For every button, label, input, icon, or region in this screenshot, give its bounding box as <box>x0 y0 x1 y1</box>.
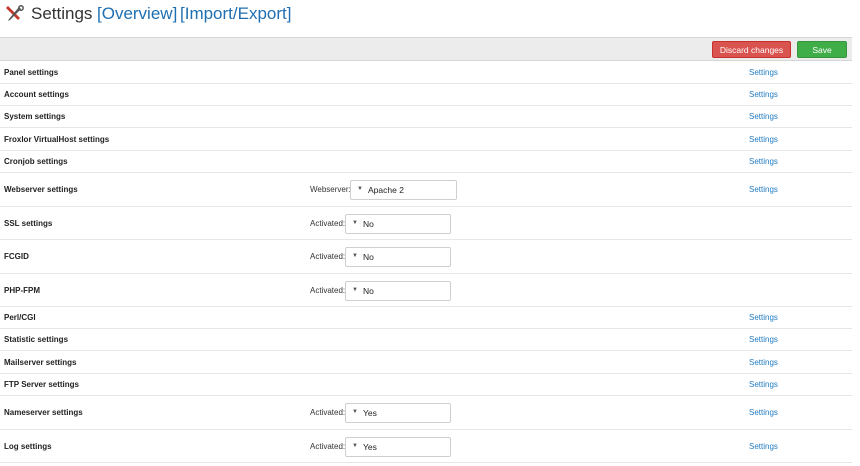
settings-row: Froxlor VirtualHost settings Settings <box>0 128 852 151</box>
save-button[interactable]: Save <box>797 41 847 58</box>
settings-row-name: SSL settings <box>4 219 53 228</box>
settings-link[interactable]: Settings <box>749 185 778 194</box>
settings-row: Panel settings Settings <box>0 62 852 84</box>
option-select[interactable]: ▼ No <box>345 247 451 267</box>
settings-link[interactable]: Settings <box>749 90 778 99</box>
settings-row-name: System settings <box>4 112 66 121</box>
option-select-value: Yes <box>363 442 377 452</box>
settings-link[interactable]: Settings <box>749 135 778 144</box>
settings-link[interactable]: Settings <box>749 380 778 389</box>
settings-row-name: Webserver settings <box>4 185 78 194</box>
import-export-link[interactable]: [Import/Export] <box>180 4 291 24</box>
tools-icon <box>6 5 24 21</box>
settings-row-name: Log settings <box>4 442 52 451</box>
chevron-down-icon: ▼ <box>352 220 358 226</box>
option-select[interactable]: ▼ Yes <box>345 437 451 457</box>
settings-row: System settings Settings <box>0 106 852 128</box>
chevron-down-icon: ▼ <box>352 287 358 293</box>
settings-row: FCGID Activated: ▼ No <box>0 240 852 274</box>
discard-changes-button[interactable]: Discard changes <box>712 41 791 58</box>
option-label: Activated: <box>310 408 346 417</box>
settings-row-name: Froxlor VirtualHost settings <box>4 135 110 144</box>
settings-row-name: Statistic settings <box>4 335 69 344</box>
settings-row-name: Cronjob settings <box>4 157 68 166</box>
settings-row: SSL settings Activated: ▼ No <box>0 207 852 240</box>
settings-row-name: Panel settings <box>4 68 59 77</box>
settings-row-name: Perl/CGI <box>4 313 36 322</box>
page-title: Settings <box>31 4 93 23</box>
settings-link[interactable]: Settings <box>749 358 778 367</box>
settings-row: Log settings Activated: ▼ Yes Settings <box>0 430 852 463</box>
settings-row: Webserver settings Webserver: ▼ Apache 2 Set… <box>0 173 852 207</box>
settings-row-name: Nameserver settings <box>4 408 83 417</box>
option-select-value: No <box>363 219 374 229</box>
settings-row-name: FTP Server settings <box>4 380 79 389</box>
settings-row: Account settings Settings <box>0 84 852 106</box>
settings-link[interactable]: Settings <box>749 442 778 451</box>
settings-link[interactable]: Settings <box>749 335 778 344</box>
option-select-value: Apache 2 <box>368 185 404 195</box>
settings-row: Nameserver settings Activated: ▼ Yes Setting… <box>0 396 852 430</box>
option-label: Activated: <box>310 286 346 295</box>
page-header: Settings [Overview] [Import/Export] <box>0 0 860 36</box>
settings-row-name: Account settings <box>4 90 69 99</box>
option-label: Activated: <box>310 219 346 228</box>
option-select-value: No <box>363 252 374 262</box>
settings-link[interactable]: Settings <box>749 408 778 417</box>
settings-row-name: FCGID <box>4 252 29 261</box>
settings-row: Cronjob settings Settings <box>0 151 852 173</box>
settings-row: Statistic settings Settings <box>0 329 852 351</box>
action-toolbar: Discard changes Save <box>0 37 852 61</box>
settings-row-name: PHP-FPM <box>4 286 40 295</box>
settings-list: Panel settings Settings Account settings Se… <box>0 62 852 463</box>
chevron-down-icon: ▼ <box>357 186 363 192</box>
settings-link[interactable]: Settings <box>749 157 778 166</box>
overview-link[interactable]: [Overview] <box>97 4 177 24</box>
option-label: Webserver: <box>310 185 351 194</box>
settings-row: FTP Server settings Settings <box>0 374 852 396</box>
settings-row: Perl/CGI Settings <box>0 307 852 329</box>
settings-row-name: Mailserver settings <box>4 358 77 367</box>
chevron-down-icon: ▼ <box>352 443 358 449</box>
option-label: Activated: <box>310 442 346 451</box>
option-select[interactable]: ▼ Yes <box>345 403 451 423</box>
option-select[interactable]: ▼ Apache 2 <box>350 180 457 200</box>
settings-row: Mailserver settings Settings <box>0 351 852 374</box>
option-select-value: No <box>363 286 374 296</box>
settings-link[interactable]: Settings <box>749 313 778 322</box>
option-select-value: Yes <box>363 408 377 418</box>
chevron-down-icon: ▼ <box>352 253 358 259</box>
settings-row: PHP-FPM Activated: ▼ No <box>0 274 852 307</box>
settings-link[interactable]: Settings <box>749 68 778 77</box>
option-select[interactable]: ▼ No <box>345 281 451 301</box>
chevron-down-icon: ▼ <box>352 409 358 415</box>
option-select[interactable]: ▼ No <box>345 214 451 234</box>
settings-link[interactable]: Settings <box>749 112 778 121</box>
option-label: Activated: <box>310 252 346 261</box>
